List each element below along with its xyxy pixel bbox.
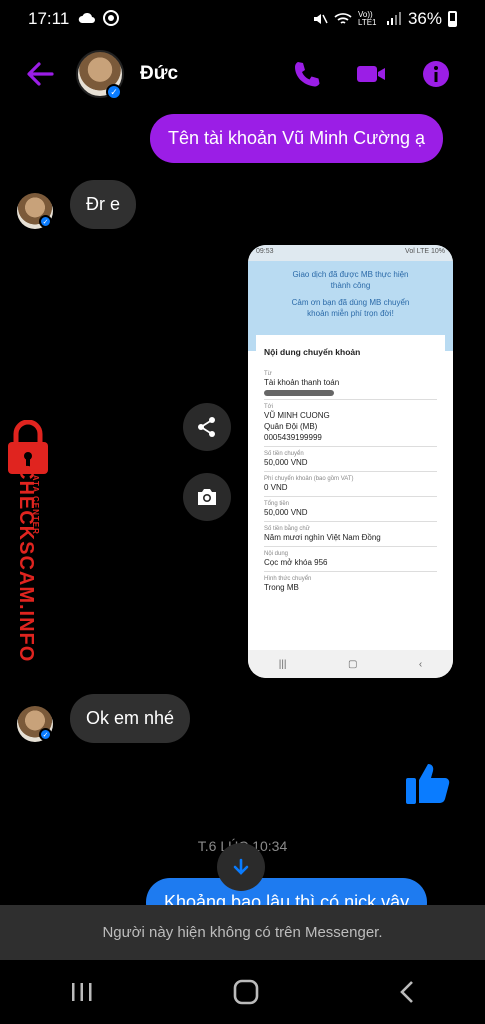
- image-row-value: 50,000 VND: [264, 458, 308, 467]
- image-thanks: Cảm ơn bạn đã dùng MB chuyển: [291, 298, 410, 307]
- image-row-value: Cọc mở khóa 956: [264, 558, 328, 567]
- image-row: Tới VŨ MINH CUONG Quân Đội (MB) 00054391…: [264, 400, 437, 447]
- image-row: Số tiền bằng chữ Năm mươi nghìn Việt Nam…: [264, 522, 437, 547]
- video-call-icon[interactable]: [355, 58, 387, 90]
- message-incoming[interactable]: Ok em nhé: [70, 694, 191, 743]
- redaction-mark: [264, 390, 334, 396]
- camera-icon: [198, 489, 216, 505]
- messenger-badge-icon: ✓: [39, 215, 52, 228]
- chat-header: ✓ Đức: [0, 44, 485, 106]
- wifi-icon: [334, 13, 352, 24]
- image-row-value: Trong MB: [264, 583, 299, 592]
- image-headline-2: thành công: [330, 281, 371, 290]
- image-row-value: Năm mươi nghìn Việt Nam Đồng: [264, 533, 381, 542]
- image-thanks-2: khoản miễn phí trọn đời!: [307, 309, 394, 318]
- contact-name[interactable]: Đức: [140, 63, 178, 85]
- image-home-icon: ▢: [348, 658, 358, 670]
- image-row: Hình thức chuyển Trong MB: [264, 572, 437, 596]
- system-nav-bar: [0, 960, 485, 1024]
- phone-call-icon[interactable]: [290, 58, 322, 90]
- scroll-to-bottom-button[interactable]: [217, 843, 265, 891]
- image-row: Số tiền chuyển 50,000 VND: [264, 447, 437, 472]
- watermark-sub: DATA CENTER: [31, 468, 40, 535]
- image-row: Tổng tiền 50,000 VND: [264, 497, 437, 522]
- back-arrow-icon[interactable]: [22, 56, 58, 92]
- network-label: Vo)) LTE1: [357, 10, 377, 27]
- home-icon[interactable]: [232, 978, 260, 1006]
- info-icon[interactable]: [420, 58, 452, 90]
- cloud-icon: [78, 12, 95, 23]
- mute-icon: [313, 14, 328, 24]
- image-row: Phí chuyển khoản (bao gồm VAT) 0 VND: [264, 472, 437, 497]
- image-headline: Giao dịch đã được MB thực hiện: [292, 270, 409, 279]
- image-status-right: Vol LTE 10%: [405, 248, 445, 255]
- image-row: Từ Tài khoản thanh toán: [264, 367, 437, 400]
- image-back-icon: ‹: [418, 658, 423, 670]
- image-section-title: Nội dung chuyển khoản: [264, 347, 361, 357]
- message-outgoing[interactable]: Tên tài khoản Vũ Minh Cường ạ: [150, 114, 443, 163]
- thumbs-up-icon[interactable]: [404, 758, 454, 808]
- status-right: Vo)) LTE1 36%: [312, 9, 457, 29]
- arrow-down-icon: [233, 858, 249, 875]
- save-image-button[interactable]: [183, 473, 231, 521]
- image-row-value: 0 VND: [264, 483, 288, 492]
- image-row-value: 50,000 VND: [264, 508, 308, 517]
- image-row-value: VŨ MINH CUONG: [264, 411, 330, 420]
- status-bar: 17:11 Vo)) LTE1 36%: [0, 0, 485, 36]
- image-status-bar: 09:53 Vol LTE 10%: [248, 245, 453, 261]
- unavailable-notice: Người này hiện không có trên Messenger.: [0, 905, 485, 960]
- battery-icon: [448, 11, 457, 27]
- messenger-badge-icon: ✓: [106, 84, 122, 100]
- signal-icon: [386, 12, 401, 25]
- battery-percent: 36%: [407, 9, 442, 28]
- image-status-time: 09:53: [256, 248, 274, 255]
- shared-image[interactable]: 09:53 Vol LTE 10% Giao dịch đã được MB t…: [248, 245, 453, 678]
- recents-icon[interactable]: [69, 980, 95, 1004]
- image-row-value: Tài khoản thanh toán: [264, 378, 340, 387]
- image-row-value: Quân Đội (MB): [264, 422, 318, 431]
- back-icon[interactable]: [397, 979, 417, 1005]
- image-nav-bar: ||| ▢ ‹: [248, 650, 453, 678]
- share-icon: [198, 417, 215, 437]
- image-row-value: 0005439199999: [264, 433, 322, 442]
- image-recents-icon: |||: [278, 658, 287, 670]
- share-button[interactable]: [183, 403, 231, 451]
- record-icon: [103, 10, 119, 26]
- messenger-badge-icon: ✓: [39, 728, 52, 741]
- message-incoming[interactable]: Đr e: [70, 180, 137, 229]
- status-time: 17:11: [28, 9, 70, 28]
- image-row: Nội dung Cọc mở khóa 956: [264, 547, 437, 572]
- status-left-icons: [78, 9, 120, 27]
- image-transfer-card: Nội dung chuyển khoản Từ Tài khoản thanh…: [256, 335, 445, 645]
